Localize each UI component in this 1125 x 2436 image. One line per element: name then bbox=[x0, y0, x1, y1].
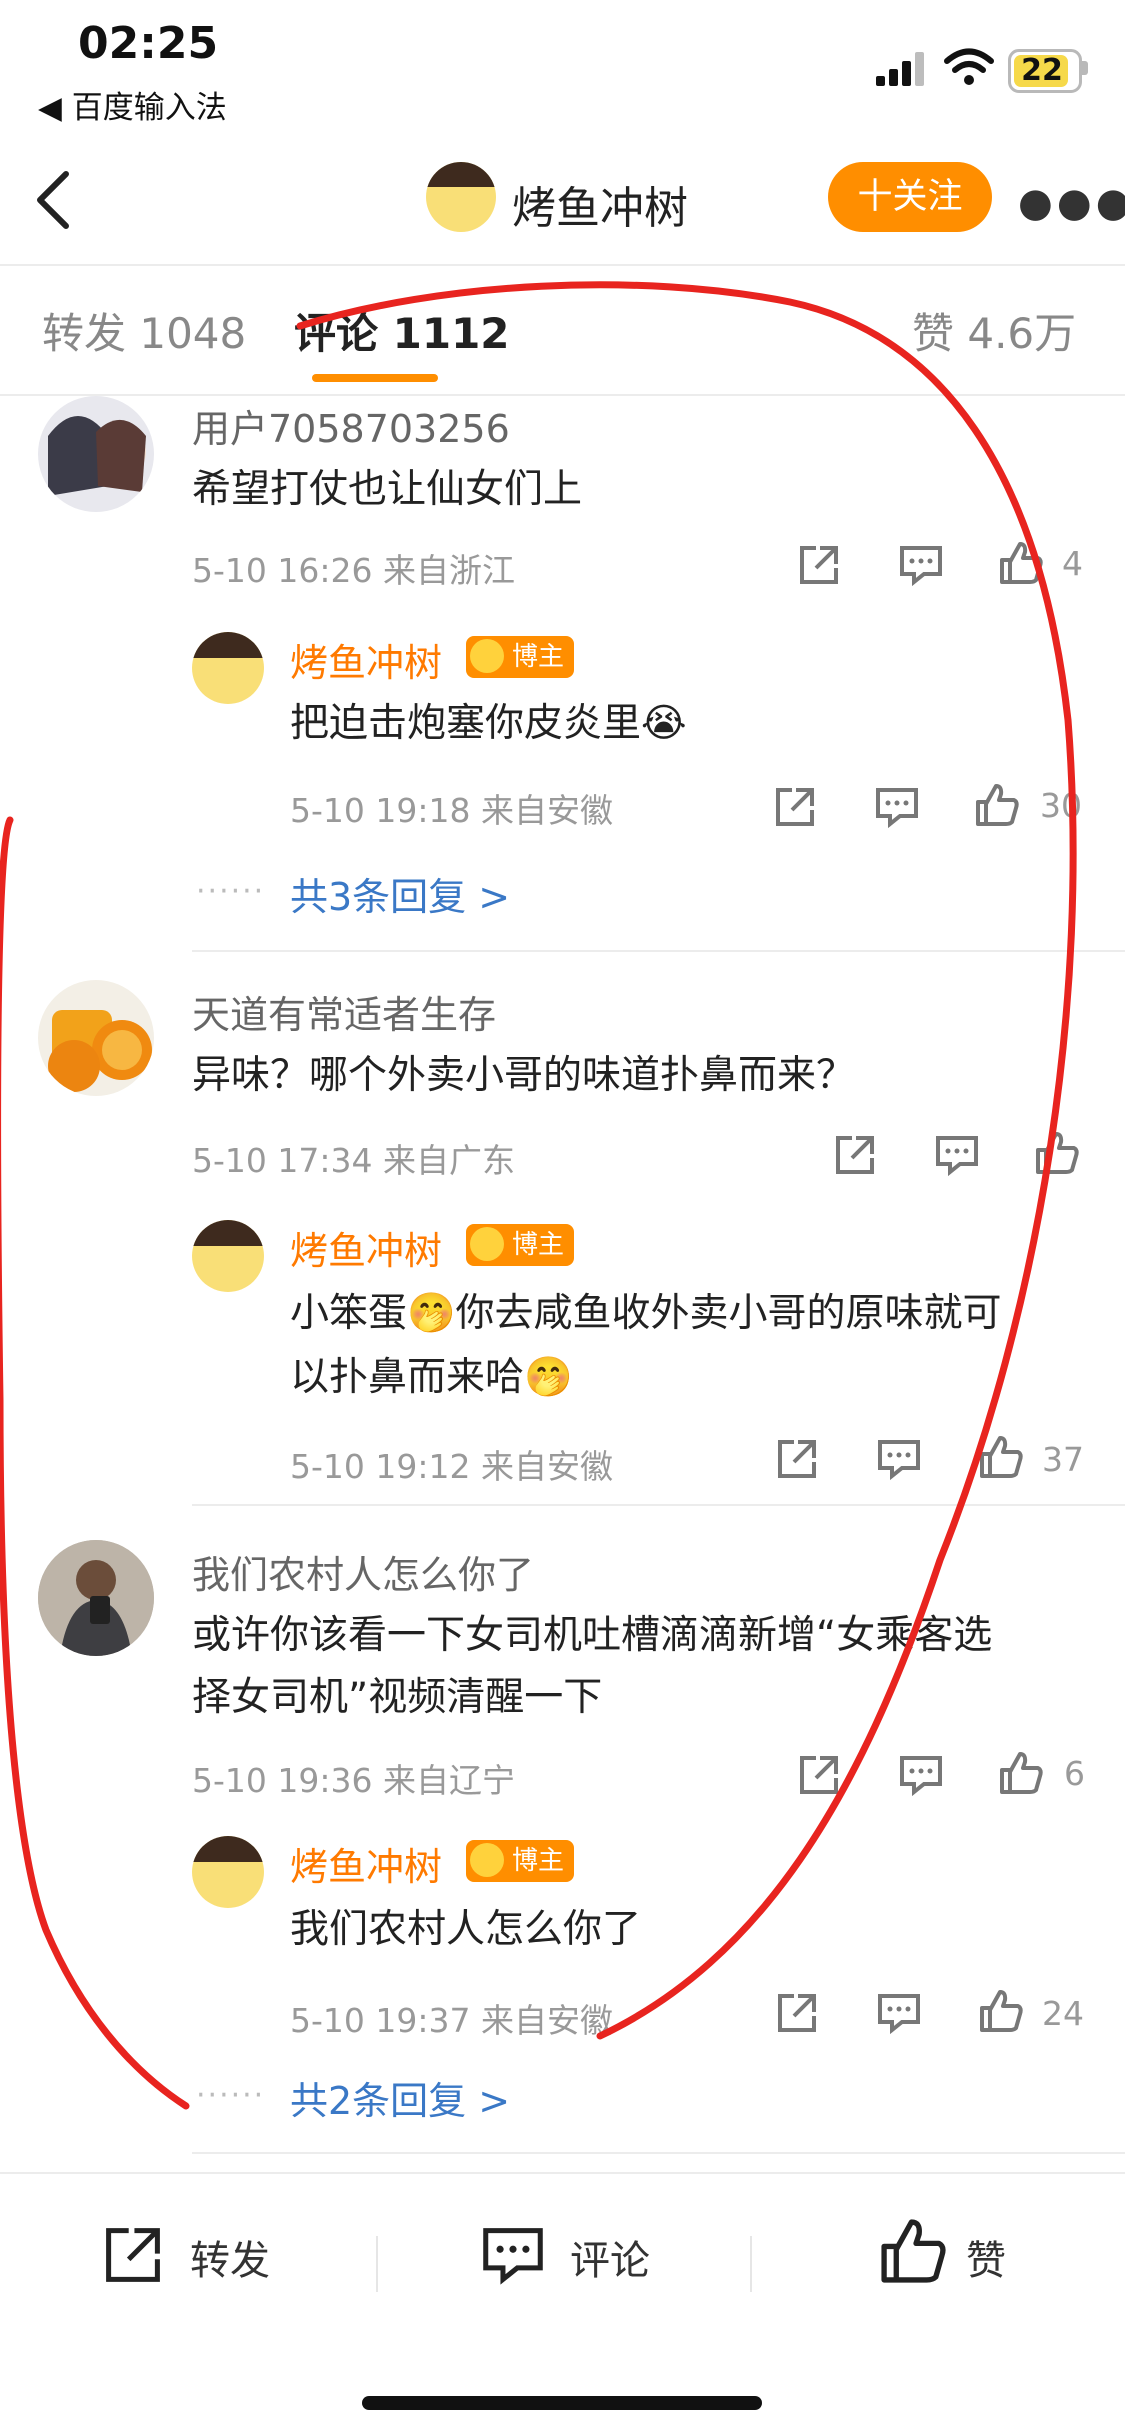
status-time: 02:25 bbox=[78, 18, 219, 69]
reply-icon[interactable] bbox=[874, 784, 920, 830]
reply-icon[interactable] bbox=[898, 1752, 944, 1798]
share-icon[interactable] bbox=[796, 1752, 842, 1798]
reply-text-line2: 以扑鼻而来哈🤭 bbox=[290, 1355, 573, 1400]
commenter-avatar[interactable] bbox=[38, 980, 154, 1096]
home-indicator[interactable] bbox=[362, 2396, 762, 2410]
comment-text: 异味？哪个外卖小哥的味道扑鼻而来？ bbox=[192, 1053, 856, 1098]
reply-author-name[interactable]: 烤鱼冲树 bbox=[290, 1220, 442, 1275]
like-icon[interactable] bbox=[978, 1988, 1024, 2034]
share-icon[interactable] bbox=[774, 1436, 820, 1482]
battery-level: 22 bbox=[1021, 53, 1063, 88]
reply-meta: 5-10 19:12 来自安徽 bbox=[290, 1447, 613, 1486]
like-icon[interactable] bbox=[998, 540, 1044, 586]
tab-likes[interactable]: 赞 4.6万 bbox=[912, 300, 1076, 361]
back-arrow-icon[interactable] bbox=[30, 168, 74, 232]
reply-icon[interactable] bbox=[876, 1436, 922, 1482]
reply-meta: 5-10 19:18 来自安徽 bbox=[290, 791, 613, 830]
share-icon[interactable] bbox=[772, 784, 818, 830]
thumbs-up-icon bbox=[881, 2219, 946, 2283]
like-label: 赞 bbox=[966, 2238, 1006, 2284]
like-icon[interactable] bbox=[978, 1434, 1024, 1480]
reply-author-name[interactable]: 烤鱼冲树 bbox=[290, 632, 442, 687]
reply-author-avatar[interactable] bbox=[192, 632, 264, 704]
commenter-avatar[interactable] bbox=[38, 396, 154, 512]
red-circle-annotation bbox=[0, 281, 1077, 2110]
more-options-icon[interactable]: ●●● bbox=[1018, 180, 1125, 226]
repost-label: 转发 bbox=[190, 2238, 270, 2284]
blogger-badge: 博主 bbox=[466, 1840, 575, 1882]
bottom-separator bbox=[750, 2236, 752, 2292]
comment-meta: 5-10 19:36 来自辽宁 bbox=[192, 1761, 515, 1800]
like-icon[interactable] bbox=[998, 1750, 1044, 1796]
author-avatar[interactable] bbox=[426, 162, 496, 232]
back-to-app-link[interactable]: ◀ 百度输入法 bbox=[38, 82, 227, 127]
follow-button[interactable]: 十关注 bbox=[828, 162, 992, 232]
nav-divider bbox=[0, 264, 1125, 266]
like-icon[interactable] bbox=[1034, 1130, 1080, 1176]
reply-text: 把迫击炮塞你皮炎里😭 bbox=[290, 701, 687, 746]
reply-meta: 5-10 19:37 来自安徽 bbox=[290, 2001, 613, 2040]
wifi-icon bbox=[944, 48, 994, 85]
comment-divider bbox=[192, 950, 1125, 952]
comment-text: 希望打仗也让仙女们上 bbox=[192, 467, 583, 512]
battery-indicator: 22 bbox=[1008, 49, 1082, 93]
like-count: 6 bbox=[1064, 1754, 1085, 1793]
comment-button[interactable]: 评论 bbox=[480, 2222, 680, 2288]
like-icon[interactable] bbox=[974, 782, 1020, 828]
blogger-badge: 博主 bbox=[466, 636, 575, 678]
repost-button[interactable]: 转发 bbox=[100, 2222, 300, 2288]
comment-label: 评论 bbox=[570, 2238, 650, 2284]
repost-icon bbox=[106, 2228, 160, 2282]
share-icon[interactable] bbox=[796, 542, 842, 588]
author-name[interactable]: 烤鱼冲树 bbox=[512, 172, 688, 236]
tab-reposts[interactable]: 转发 1048 bbox=[42, 300, 246, 361]
comment-meta: 5-10 17:34 来自广东 bbox=[192, 1141, 515, 1180]
comment-divider bbox=[192, 2152, 1125, 2154]
like-button[interactable]: 赞 bbox=[878, 2216, 1058, 2288]
comment-meta: 5-10 16:26 来自浙江 bbox=[192, 551, 515, 590]
comment-divider bbox=[192, 1504, 1125, 1506]
battery-tip bbox=[1082, 61, 1088, 75]
reply-thread-dots: ······ bbox=[196, 874, 266, 909]
like-count: 4 bbox=[1062, 544, 1083, 583]
reply-text-line1: 小笨蛋🤭你去咸鱼收外卖小哥的原味就可 bbox=[290, 1291, 1002, 1336]
view-more-replies-link[interactable]: 共3条回复 > bbox=[290, 866, 510, 921]
like-count: 24 bbox=[1042, 1994, 1084, 2033]
reply-icon[interactable] bbox=[876, 1990, 922, 2036]
tabs-divider bbox=[0, 394, 1125, 396]
commenter-name[interactable]: 用户7058703256 bbox=[192, 398, 510, 453]
commenter-name[interactable]: 天道有常适者生存 bbox=[192, 984, 496, 1039]
signal-icon bbox=[876, 52, 924, 86]
share-icon[interactable] bbox=[774, 1990, 820, 2036]
bottom-separator bbox=[376, 2236, 378, 2292]
commenter-avatar[interactable] bbox=[38, 1540, 154, 1656]
tab-comments[interactable]: 评论 1112 bbox=[294, 300, 510, 361]
like-count: 37 bbox=[1042, 1440, 1084, 1479]
reply-icon[interactable] bbox=[934, 1132, 980, 1178]
reply-author-avatar[interactable] bbox=[192, 1836, 264, 1908]
comment-text-line1: 或许你该看一下女司机吐槽滴滴新增“女乘客选 bbox=[192, 1613, 993, 1658]
bottom-bar-divider bbox=[0, 2172, 1125, 2174]
blogger-badge: 博主 bbox=[466, 1224, 575, 1266]
reply-author-avatar[interactable] bbox=[192, 1220, 264, 1292]
share-icon[interactable] bbox=[832, 1132, 878, 1178]
like-count: 30 bbox=[1040, 786, 1082, 825]
reply-thread-dots: ······ bbox=[196, 2078, 266, 2113]
comment-text-line2: 择女司机”视频清醒一下 bbox=[192, 1675, 603, 1720]
comment-icon bbox=[483, 2228, 543, 2285]
reply-icon[interactable] bbox=[898, 542, 944, 588]
view-more-replies-link[interactable]: 共2条回复 > bbox=[290, 2070, 510, 2125]
reply-author-name[interactable]: 烤鱼冲树 bbox=[290, 1836, 442, 1891]
active-tab-indicator bbox=[312, 374, 438, 382]
commenter-name[interactable]: 我们农村人怎么你了 bbox=[192, 1544, 534, 1599]
reply-text: 我们农村人怎么你了 bbox=[290, 1907, 642, 1952]
